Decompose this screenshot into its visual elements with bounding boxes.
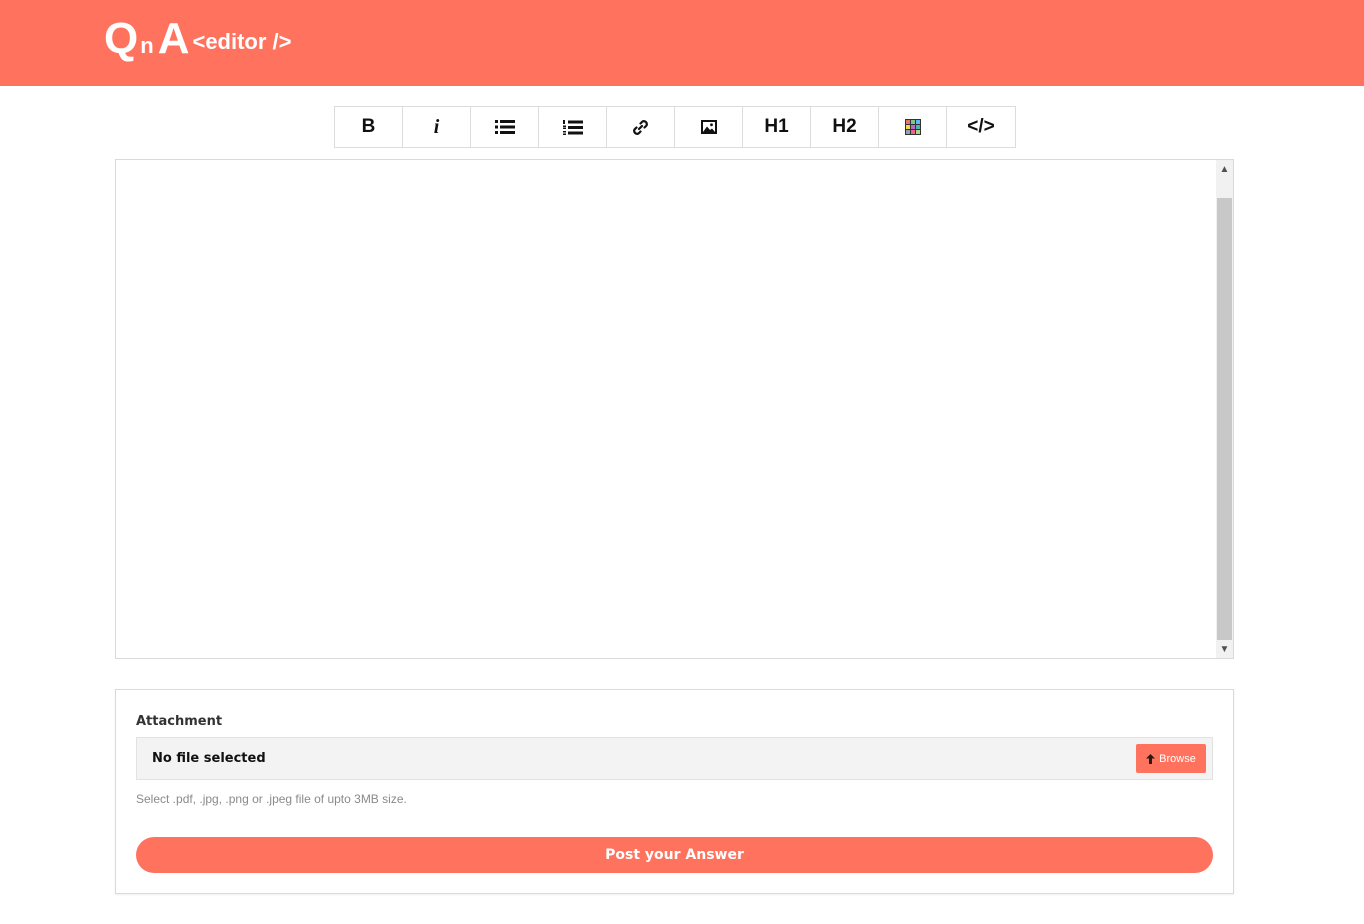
file-input[interactable]: No file selected Browse xyxy=(136,737,1213,780)
numbered-list-icon xyxy=(562,119,583,135)
italic-icon: i xyxy=(433,115,440,138)
code-icon: </> xyxy=(967,116,995,137)
bullet-list-button[interactable] xyxy=(471,107,539,147)
scrollbar-thumb[interactable] xyxy=(1217,198,1232,640)
link-icon xyxy=(633,119,648,135)
heading1-icon: H1 xyxy=(764,116,789,137)
bold-button[interactable]: B xyxy=(335,107,403,147)
numbered-list-button[interactable] xyxy=(539,107,607,147)
bullet-list-icon xyxy=(494,120,515,134)
attachment-label: Attachment xyxy=(136,714,223,729)
logo-editor-tag: <editor /> xyxy=(192,29,292,54)
image-icon xyxy=(700,120,717,134)
scroll-down-icon[interactable]: ▼ xyxy=(1216,640,1233,658)
browse-button[interactable]: Browse xyxy=(1136,744,1206,773)
image-button[interactable] xyxy=(675,107,743,147)
code-button[interactable]: </> xyxy=(947,107,1015,147)
logo-q: Q xyxy=(104,14,138,63)
editor-scrollbar[interactable]: ▲ ▼ xyxy=(1216,160,1233,658)
app-header: QnA <editor /> xyxy=(0,0,1364,86)
heading2-button[interactable]: H2 xyxy=(811,107,879,147)
heading1-button[interactable]: H1 xyxy=(743,107,811,147)
table-icon xyxy=(904,119,921,135)
link-button[interactable] xyxy=(607,107,675,147)
logo-n: n xyxy=(140,33,154,58)
answer-editor[interactable]: ▲ ▼ xyxy=(115,159,1234,659)
table-button[interactable] xyxy=(879,107,947,147)
attachment-hint: Select .pdf, .jpg, .png or .jpeg file of… xyxy=(136,792,407,806)
attachment-panel: Attachment No file selected Browse Selec… xyxy=(115,689,1234,894)
heading2-icon: H2 xyxy=(832,116,857,137)
logo-a: A xyxy=(157,14,190,63)
bold-icon: B xyxy=(361,116,376,137)
app-logo[interactable]: QnA <editor /> xyxy=(104,14,292,64)
post-answer-button[interactable]: Post your Answer xyxy=(136,837,1213,873)
italic-button[interactable]: i xyxy=(403,107,471,147)
browse-label: Browse xyxy=(1159,752,1196,765)
scroll-up-icon[interactable]: ▲ xyxy=(1216,160,1233,178)
editor-toolbar: B i H1 H2 </> xyxy=(334,106,1016,148)
file-status: No file selected xyxy=(152,751,266,766)
upload-arrow-icon xyxy=(1146,753,1156,764)
